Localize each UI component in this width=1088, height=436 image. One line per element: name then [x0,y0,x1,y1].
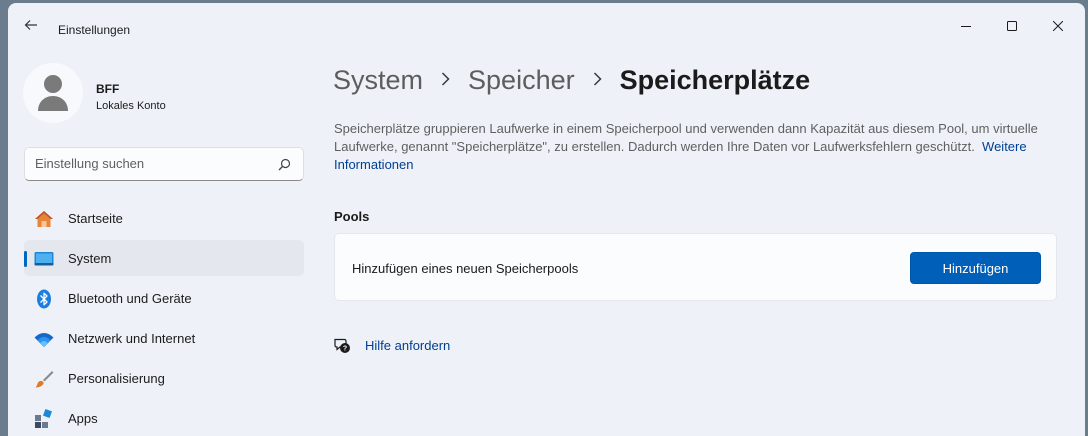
sidebar-item-netzwerk[interactable]: Netzwerk und Internet [24,320,304,356]
sidebar-item-startseite[interactable]: Startseite [24,200,304,236]
pools-heading: Pools [334,209,370,224]
sidebar-item-label: Personalisierung [68,370,165,386]
close-icon [1053,21,1063,31]
maximize-icon [1007,21,1017,31]
svg-text:?: ? [343,346,347,353]
minimize-button[interactable] [943,11,989,41]
arrow-left-icon [24,20,37,30]
avatar[interactable] [23,63,83,123]
sidebar-item-apps[interactable]: Apps [24,400,304,436]
settings-window: Einstellungen BFF Lokales Konto Startsei… [8,3,1085,436]
app-title: Einstellungen [58,23,131,37]
user-name: BFF [96,82,120,96]
breadcrumb-system[interactable]: System [333,65,423,96]
chevron-right-icon [441,69,450,92]
home-icon [35,211,53,227]
sidebar-nav: Startseite System Bluetooth und Geräte N… [24,200,304,436]
sidebar-item-bluetooth[interactable]: Bluetooth und Geräte [24,280,304,316]
sidebar-item-label: Startseite [68,210,123,226]
sidebar-item-label: System [68,250,112,266]
description-text: Speicherplätze gruppieren Laufwerke in e… [334,121,1038,154]
breadcrumb: System Speicher Speicherplätze [333,65,810,96]
title-bar: Einstellungen [8,3,1085,41]
sidebar-item-label: Netzwerk und Internet [68,330,196,346]
system-icon [34,252,54,266]
help-link[interactable]: ? Hilfe anfordern [333,336,450,354]
help-link-label[interactable]: Hilfe anfordern [365,338,450,353]
search-icon[interactable] [278,158,291,171]
brush-icon [35,371,54,388]
page-title: Speicherplätze [619,65,811,95]
active-indicator [24,251,27,267]
sidebar-item-system[interactable]: System [24,240,304,276]
add-pool-label: Hinzufügen eines neuen Speicherpools [352,261,579,276]
add-pool-card: Hinzufügen eines neuen Speicherpools Hin… [334,233,1057,301]
back-button[interactable] [20,17,42,39]
search-box[interactable] [24,147,304,181]
minimize-icon [961,26,971,27]
bluetooth-icon [37,289,51,309]
user-icon [38,75,68,111]
sidebar-item-personalisierung[interactable]: Personalisierung [24,360,304,396]
close-button[interactable] [1035,11,1081,41]
sidebar-item-label: Apps [68,410,98,426]
help-icon: ? [334,338,350,353]
page-description: Speicherplätze gruppieren Laufwerke in e… [334,120,1064,174]
chevron-right-icon [593,69,602,92]
add-pool-button[interactable]: Hinzufügen [910,252,1041,284]
account-type: Lokales Konto [96,100,166,112]
maximize-button[interactable] [989,11,1035,41]
wifi-icon [34,333,54,347]
sidebar-item-label: Bluetooth und Geräte [68,290,192,306]
search-input[interactable] [35,156,265,171]
apps-icon [35,409,52,428]
breadcrumb-speicher[interactable]: Speicher [468,65,575,96]
